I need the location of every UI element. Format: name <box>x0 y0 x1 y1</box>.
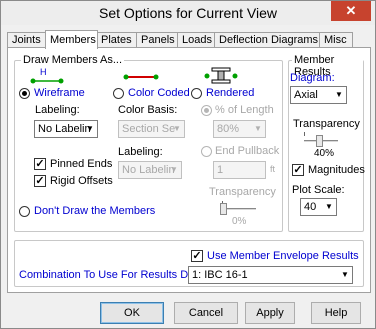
labeling-select[interactable]: No Labelin ▼ <box>34 120 98 138</box>
tab-plates[interactable]: Plates <box>96 32 138 48</box>
wireframe-radio[interactable] <box>19 88 30 99</box>
combination-label: Combination To Use For Results Display <box>19 269 217 281</box>
pct-length-label: % of Length <box>215 104 274 116</box>
combination-select[interactable]: 1: IBC 16-1 ▼ <box>188 266 353 284</box>
results-transparency-label: Transparency <box>293 118 360 130</box>
chevron-down-icon: ▼ <box>254 124 262 133</box>
members-transparency-label: Transparency <box>209 186 276 198</box>
results-transparency-ticks <box>304 132 305 136</box>
color-basis-label: Color Basis: <box>118 104 178 116</box>
end-pullback-unit: ft <box>270 164 276 174</box>
members-transparency-value: 0% <box>232 216 247 227</box>
chevron-down-icon: ▼ <box>86 124 94 133</box>
color-basis-select-value: Section Se <box>122 123 176 135</box>
wireframe-icon: H <box>30 67 64 84</box>
end-pullback-label: End Pullback <box>215 145 280 157</box>
dont-draw-label[interactable]: Don't Draw the Members <box>34 205 155 217</box>
pinned-ends-checkbox[interactable]: ✓ <box>34 158 46 170</box>
end-pullback-radio[interactable] <box>201 146 212 157</box>
dont-draw-radio[interactable] <box>19 206 30 217</box>
ok-button[interactable]: OK <box>100 302 164 324</box>
chevron-down-icon: ▼ <box>341 270 349 279</box>
magnitudes-checkbox[interactable]: ✓ <box>292 164 304 176</box>
rendered-radio[interactable] <box>191 88 202 99</box>
use-envelope-label[interactable]: Use Member Envelope Results <box>207 250 359 262</box>
help-button[interactable]: Help <box>311 302 361 324</box>
close-button[interactable]: ✕ <box>331 1 371 21</box>
tab-joints[interactable]: Joints <box>7 32 47 48</box>
chevron-down-icon: ▼ <box>325 202 333 211</box>
combination-select-value: 1: IBC 16-1 <box>192 269 248 281</box>
tab-deflection-diagrams[interactable]: Deflection Diagrams <box>214 32 321 48</box>
chevron-down-icon: ▼ <box>170 165 178 174</box>
svg-text:H: H <box>40 67 47 77</box>
plot-scale-label: Plot Scale: <box>292 184 345 196</box>
chevron-down-icon: ▼ <box>173 124 181 133</box>
end-pullback-input[interactable]: 1 <box>213 161 266 179</box>
dialog-window: Set Options for Current View ✕ Joints Me… <box>0 0 376 329</box>
plot-scale-select-value: 40 <box>304 201 317 213</box>
plot-scale-select[interactable]: 40 ▼ <box>300 198 337 216</box>
color-coded-radio[interactable] <box>113 88 124 99</box>
rendered-label[interactable]: Rendered <box>206 87 254 99</box>
members-transparency-slider[interactable] <box>222 208 256 211</box>
draw-members-group-label: Draw Members As... <box>21 54 125 66</box>
rigid-offsets-checkbox[interactable]: ✓ <box>34 175 46 187</box>
cancel-button[interactable]: Cancel <box>174 302 238 324</box>
results-transparency-thumb[interactable] <box>316 135 323 147</box>
rendered-icon <box>204 67 238 84</box>
diagram-select-value: Axial <box>294 89 318 101</box>
magnitudes-label[interactable]: Magnitudes <box>308 164 365 176</box>
pct-length-select[interactable]: 80% ▼ <box>213 120 266 138</box>
title-bar: Set Options for Current View ✕ <box>1 1 375 25</box>
tab-loads[interactable]: Loads <box>177 32 216 48</box>
color-coded-label[interactable]: Color Coded <box>128 87 190 99</box>
pinned-ends-label[interactable]: Pinned Ends <box>50 158 112 170</box>
pct-length-select-value: 80% <box>217 123 240 135</box>
tab-misc[interactable]: Misc <box>319 32 353 48</box>
color-coded-icon <box>123 74 159 80</box>
tab-members[interactable]: Members <box>45 30 98 49</box>
apply-button[interactable]: Apply <box>245 302 295 324</box>
labeling2-label: Labeling: <box>118 146 163 158</box>
labeling-label: Labeling: <box>35 104 80 116</box>
tab-panels[interactable]: Panels <box>136 32 179 48</box>
color-basis-select[interactable]: Section Se ▼ <box>118 120 185 138</box>
diagram-label: Diagram: <box>290 72 335 84</box>
use-envelope-checkbox[interactable]: ✓ <box>191 250 203 262</box>
diagram-select[interactable]: Axial ▼ <box>290 86 347 104</box>
members-panel: Draw Members As... H Wireframe Color Cod… <box>7 47 371 293</box>
chevron-down-icon: ▼ <box>335 90 343 99</box>
window-title: Set Options for Current View <box>99 5 277 21</box>
results-transparency-value: 40% <box>314 148 335 159</box>
rigid-offsets-label[interactable]: Rigid Offsets <box>50 175 113 187</box>
pct-length-radio[interactable] <box>201 105 212 116</box>
wireframe-label[interactable]: Wireframe <box>34 87 85 99</box>
members-transparency-thumb[interactable] <box>220 203 227 215</box>
labeling2-select[interactable]: No Labelin ▼ <box>118 161 182 179</box>
